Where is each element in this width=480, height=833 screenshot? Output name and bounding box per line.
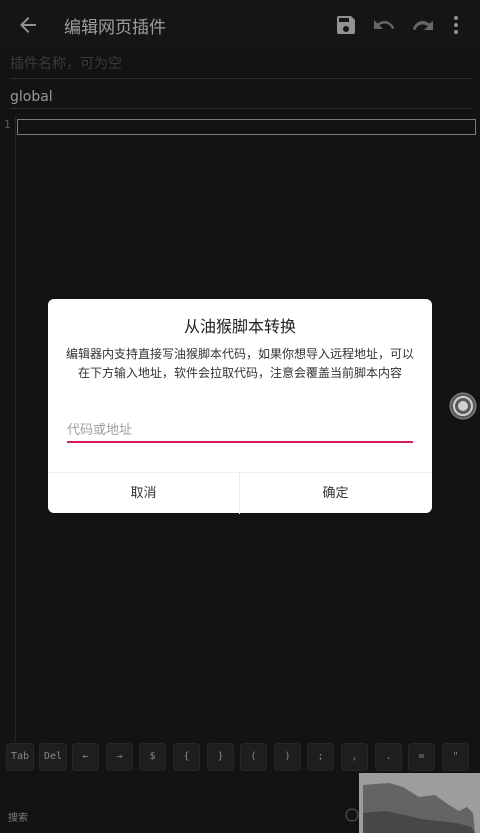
code-or-url-input[interactable]: 代码或地址 (67, 421, 413, 443)
dialog-title: 从油猴脚本转换 (183, 317, 296, 336)
convert-dialog: 从油猴脚本转换 编辑器内支持直接写油猴脚本代码，如果你想导入远程地址，可以在下方… (48, 299, 432, 514)
dialog-buttons: 取消 确定 (48, 472, 432, 514)
confirm-button[interactable]: 确定 (240, 473, 431, 514)
floating-ball-icon[interactable] (449, 392, 477, 420)
dialog-message: 编辑器内支持直接写油猴脚本代码，如果你想导入远程地址，可以在下方输入地址，软件会… (65, 347, 414, 380)
cancel-button[interactable]: 取消 (48, 473, 240, 514)
